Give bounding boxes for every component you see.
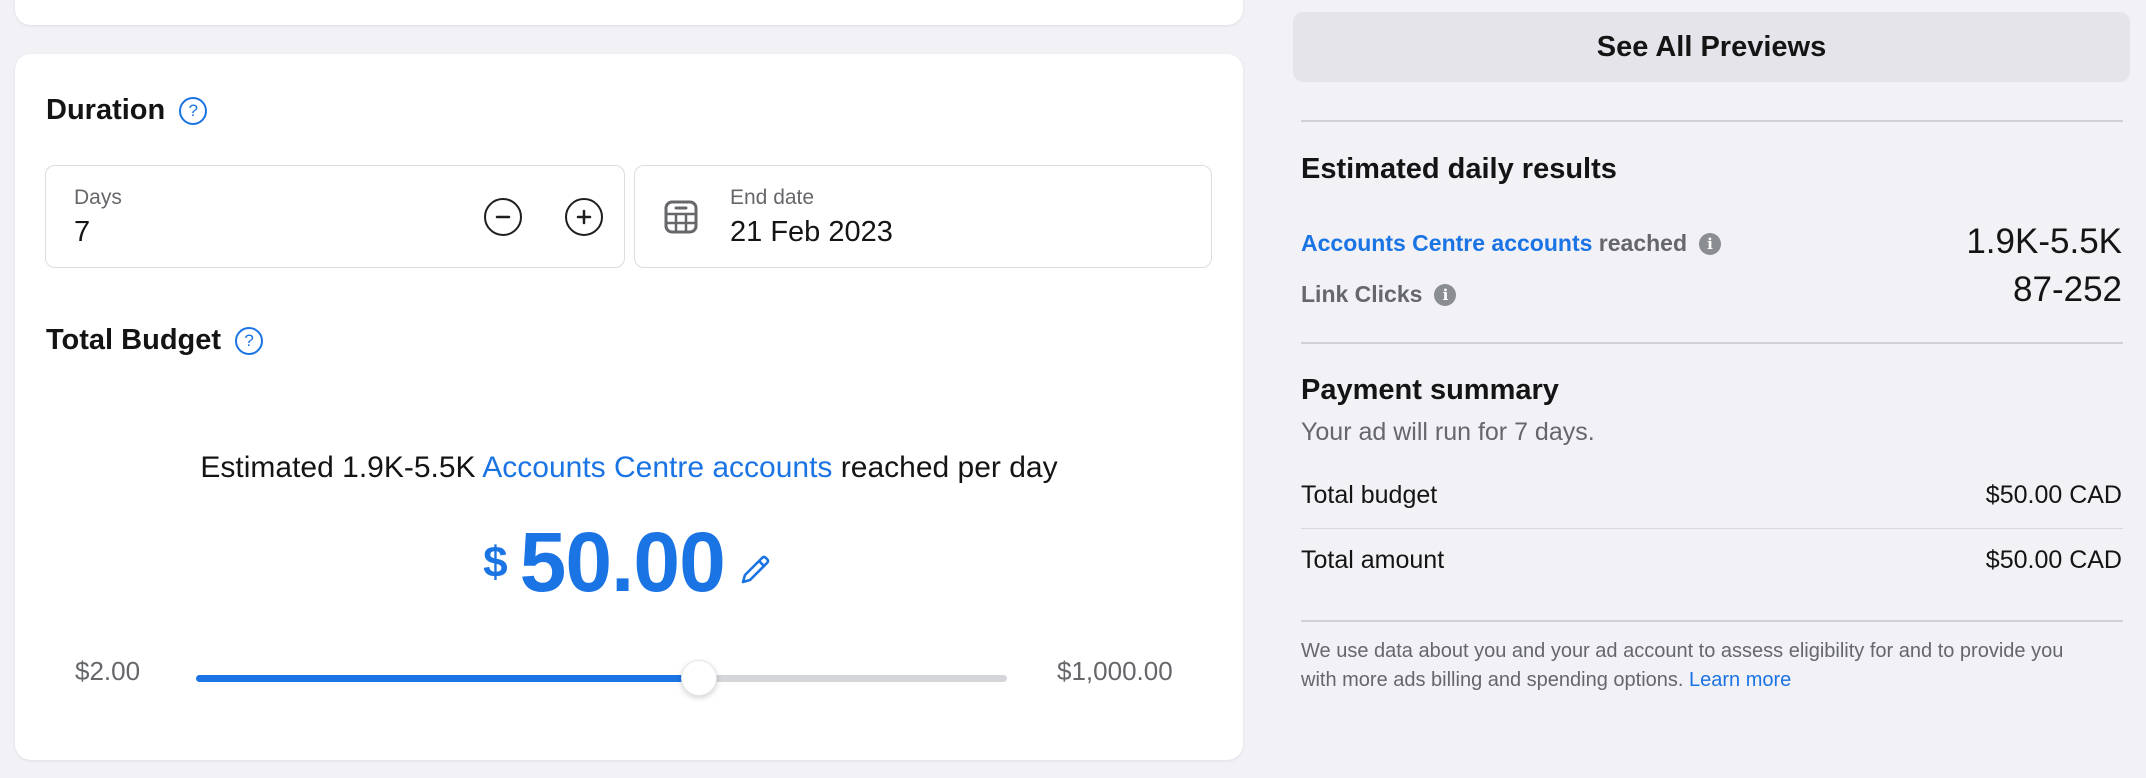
days-stepper[interactable]: Days 7 bbox=[45, 165, 625, 268]
budget-slider[interactable] bbox=[196, 660, 1007, 696]
slider-max-label: $1,000.00 bbox=[1057, 656, 1173, 686]
total-amount-label: Total amount bbox=[1301, 546, 1445, 574]
end-date-label: End date bbox=[730, 186, 815, 209]
accounts-centre-link[interactable]: Accounts Centre accounts bbox=[482, 451, 832, 484]
total-budget-heading: Total Budget ? bbox=[46, 324, 264, 357]
total-amount-value: $50.00 CAD bbox=[1985, 546, 2122, 574]
question-circle-icon[interactable]: ? bbox=[179, 96, 208, 125]
currency-symbol: $ bbox=[483, 538, 508, 587]
total-budget-value: $50.00 CAD bbox=[1985, 481, 2122, 509]
pencil-icon[interactable] bbox=[735, 550, 775, 590]
plus-circle-icon bbox=[576, 209, 592, 225]
minus-circle-icon bbox=[495, 215, 511, 219]
summary-sidebar: See All Previews Estimated daily results… bbox=[1293, 0, 2130, 778]
divider bbox=[1301, 342, 2123, 344]
see-all-previews-button[interactable]: See All Previews bbox=[1293, 12, 2130, 82]
days-input[interactable]: 7 bbox=[74, 216, 90, 249]
total-budget-label: Total budget bbox=[1301, 481, 1438, 509]
info-icon[interactable]: i bbox=[1699, 232, 1722, 255]
info-icon[interactable]: i bbox=[1434, 283, 1457, 306]
slider-thumb[interactable] bbox=[680, 660, 717, 696]
link-clicks-text: Link Clicks bbox=[1301, 281, 1423, 307]
daily-results-heading: Estimated daily results bbox=[1301, 153, 1617, 185]
reach-label: Accounts Centre accounts reached i bbox=[1301, 230, 1722, 257]
link-clicks-value: 87-252 bbox=[2013, 270, 2122, 309]
disclaimer-text: We use data about you and your ad accoun… bbox=[1301, 640, 2064, 691]
billing-disclaimer: We use data about you and your ad accoun… bbox=[1301, 637, 2081, 695]
previous-section-card bbox=[15, 0, 1243, 25]
budget-amount-value[interactable]: 50.00 bbox=[520, 516, 726, 609]
total-budget-title: Total Budget bbox=[46, 324, 222, 356]
end-date-value[interactable]: 21 Feb 2023 bbox=[730, 216, 893, 249]
divider bbox=[1301, 120, 2123, 122]
reach-value: 1.9K-5.5K bbox=[1966, 222, 2122, 261]
row-divider bbox=[1301, 528, 2123, 529]
payment-summary-heading: Payment summary bbox=[1301, 374, 1559, 406]
payment-summary-subtitle: Your ad will run for 7 days. bbox=[1301, 418, 1595, 446]
slider-min-label: $2.00 bbox=[75, 656, 141, 686]
calendar-icon bbox=[664, 200, 698, 234]
duration-title: Duration bbox=[46, 94, 166, 126]
slider-fill bbox=[196, 675, 699, 682]
days-label: Days bbox=[74, 186, 122, 209]
learn-more-link[interactable]: Learn more bbox=[1689, 669, 1791, 691]
link-clicks-label: Link Clicks i bbox=[1301, 281, 1457, 308]
duration-budget-card: Duration ? Days 7 End date 21 Feb 2023 T… bbox=[15, 54, 1243, 760]
end-date-field[interactable]: End date 21 Feb 2023 bbox=[634, 165, 1212, 268]
page: Duration ? Days 7 End date 21 Feb 2023 T… bbox=[0, 0, 2146, 778]
estimate-prefix: Estimated 1.9K-5.5K bbox=[200, 451, 476, 484]
increment-days-button[interactable] bbox=[565, 198, 603, 236]
duration-heading: Duration ? bbox=[46, 94, 208, 127]
decrement-days-button[interactable] bbox=[484, 198, 522, 236]
reach-suffix: reached bbox=[1598, 230, 1688, 256]
budget-amount: $ 50.00 bbox=[15, 516, 1243, 608]
question-circle-icon[interactable]: ? bbox=[235, 326, 264, 355]
estimate-suffix: reached per day bbox=[840, 451, 1058, 484]
estimated-reach-text: Estimated 1.9K-5.5K Accounts Centre acco… bbox=[15, 451, 1243, 485]
accounts-centre-link[interactable]: Accounts Centre accounts bbox=[1301, 230, 1592, 256]
divider bbox=[1301, 620, 2123, 622]
